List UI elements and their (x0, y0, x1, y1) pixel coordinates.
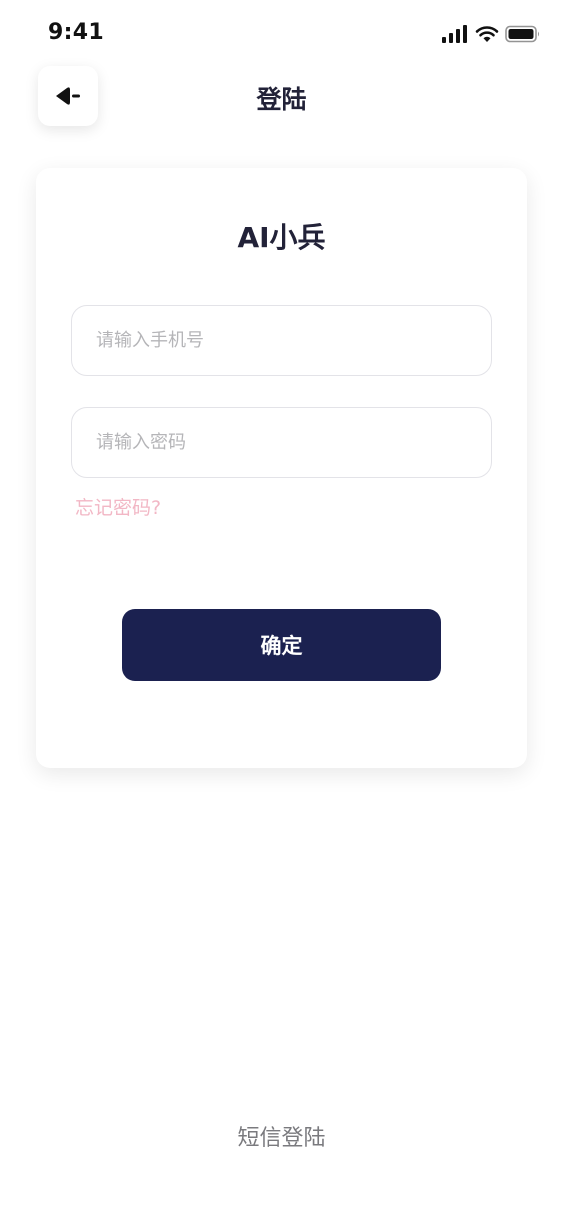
page-title: 登陆 (256, 85, 307, 114)
forgot-password-link[interactable]: 忘记密码? (75, 493, 161, 520)
wifi-icon (475, 26, 499, 42)
status-time: 9:41 (48, 20, 104, 45)
sms-login-link[interactable]: 短信登陆 (0, 1120, 563, 1152)
app-title: AI小兵 (237, 221, 326, 254)
phone-input[interactable] (72, 306, 491, 375)
login-screen: 9:41 登陆 AI小兵 忘记密码? (0, 0, 563, 1218)
password-field[interactable] (71, 407, 492, 478)
status-icons (441, 24, 541, 44)
cellular-signal-icon (442, 25, 467, 43)
confirm-button[interactable]: 确定 (122, 609, 441, 681)
password-input[interactable] (72, 408, 491, 477)
battery-icon (505, 25, 539, 43)
phone-field[interactable] (71, 305, 492, 376)
